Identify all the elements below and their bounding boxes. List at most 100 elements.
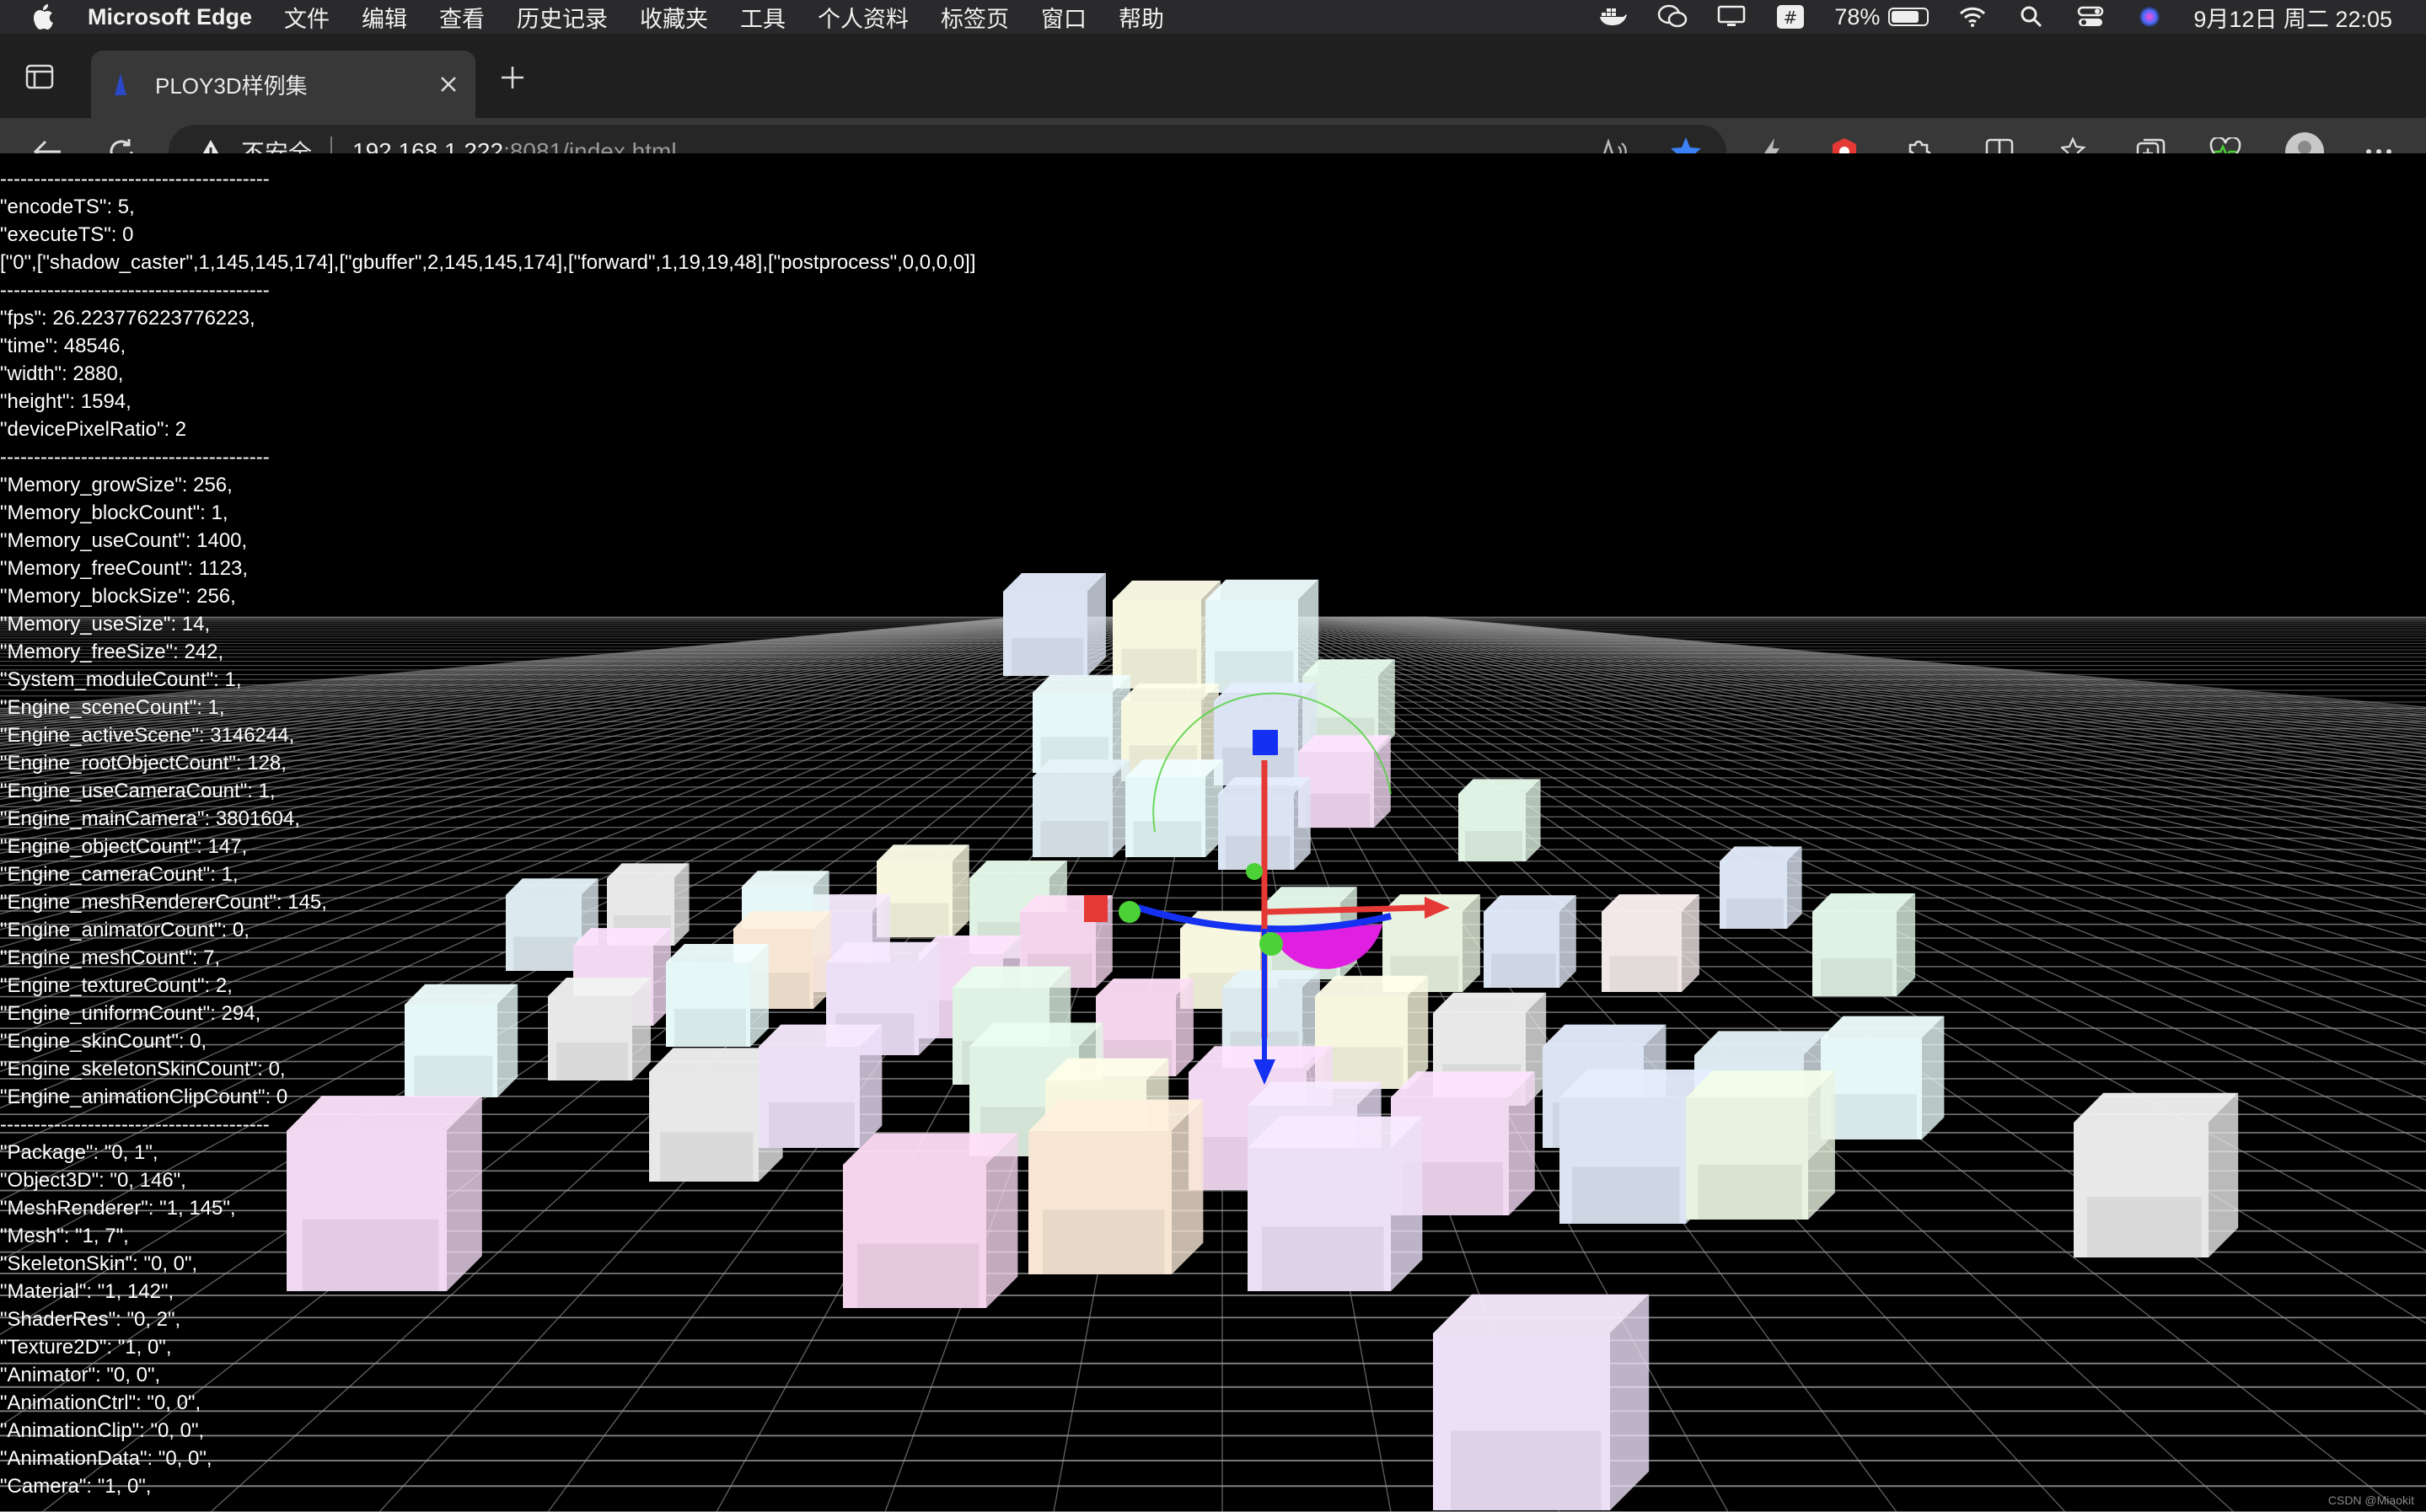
stats-line: "Engine_rootObjectCount": 128, [0,752,287,775]
close-tab-icon[interactable] [438,74,459,94]
menu-edit[interactable]: 编辑 [362,1,407,34]
stats-line: "width": 2880, [0,362,124,385]
input-method-icon[interactable]: # [1775,4,1806,29]
stats-line: "SkeletonSkin": "0, 0", [0,1252,198,1275]
clock[interactable]: 9月12日 周二 22:05 [2193,1,2392,34]
display-icon[interactable] [1716,4,1747,29]
cube-shade [1698,1164,1802,1220]
stats-line: "Engine_sceneCount": 1, [0,696,225,719]
cube-shade [1821,958,1892,996]
menu-help[interactable]: 帮助 [1119,1,1164,34]
wechat-icon[interactable] [1657,4,1688,29]
cube-shade [1133,821,1202,857]
spotlight-search-icon[interactable] [2016,4,2047,29]
cube-shade [1040,821,1109,857]
tab-title: PLOY3D样例集 [155,72,308,99]
stats-line: "Package": "0, 1", [0,1141,158,1164]
stats-line: "Memory_blockCount": 1, [0,501,228,524]
cube-shade [1043,1209,1165,1274]
stats-line: "Animator": "0, 0", [0,1364,161,1386]
stats-line: "Engine_skinCount": 0, [0,1030,207,1053]
stats-line: "devicePixelRatio": 2 [0,418,187,441]
tab-active[interactable]: PLOY3D样例集 [91,51,475,118]
docker-icon[interactable] [1598,4,1629,29]
stats-line: "Engine_mainCamera": 3801604, [0,807,300,830]
stats-line: "Engine_meshRendererCount": 145, [0,891,327,914]
cube [1458,779,1541,861]
stats-line: "AnimationClip": "0, 0", [0,1419,205,1442]
stats-line: "height": 1594, [0,390,131,413]
stats-line: "Memory_useSize": 14, [0,613,211,635]
cube-shade [1306,793,1371,828]
stats-line: "Memory_freeSize": 242, [0,641,224,663]
tab-actions-menu-icon[interactable] [25,64,54,89]
apple-icon[interactable] [29,2,59,32]
stats-line: "System_moduleCount": 1, [0,668,242,691]
stats-line: "Engine_useCameraCount": 1, [0,780,276,802]
tab-bar: PLOY3D样例集 [0,34,2426,118]
new-tab-icon[interactable] [499,64,526,91]
battery-status[interactable]: 78% [1834,3,1930,30]
cube-shade [1491,953,1556,988]
stats-line: "time": 48546, [0,335,126,357]
stats-line: "Mesh": "1, 7", [0,1225,129,1247]
cube-shade [1831,1094,1917,1139]
status-tray: # 78% 9月12日 周二 22:05 [1598,0,2392,34]
cube [1205,579,1319,693]
menu-favorites[interactable]: 收藏夹 [640,1,708,34]
cube-shade [1121,648,1197,689]
web-content-viewport[interactable]: ----------------------------------------… [0,153,2426,1512]
menu-window[interactable]: 窗口 [1041,1,1087,34]
menu-tabs[interactable]: 标签页 [941,1,1009,34]
cube-shade [1726,898,1784,929]
stats-separator: ---------------------------------------- [0,1113,270,1136]
cube [2074,1092,2239,1257]
stats-line: "Engine_objectCount": 147, [0,835,248,858]
cube-shade [1609,956,1678,992]
gizmo-center [1259,932,1283,956]
cube [1484,895,1576,988]
siri-icon[interactable] [2134,4,2165,29]
browser-chrome: PLOY3D样例集 不安全 192.168. [0,34,2426,187]
stats-line: "Engine_activeScene": 3146244, [0,724,295,747]
battery-level-fill [1892,11,1919,23]
x-axis-handle [1084,895,1108,922]
stats-line: "Engine_textureCount": 2, [0,974,233,997]
cube [1686,1070,1835,1220]
menu-file[interactable]: 文件 [284,1,330,34]
cube [1720,846,1802,929]
stats-line: "Memory_freeCount": 1123, [0,557,249,580]
stats-line: "Engine_meshCount": 7, [0,946,221,969]
gizmo-node [1119,901,1141,923]
battery-icon [1888,8,1930,26]
cube-shade [1012,638,1083,676]
cube-shade [1451,1430,1602,1510]
stats-line: "Object3D": "0, 146", [0,1169,186,1192]
stats-line: "MeshRenderer": "1, 145", [0,1197,236,1220]
menu-tools[interactable]: 工具 [740,1,786,34]
stats-line: "executeTS": 0 [0,223,134,246]
menu-history[interactable]: 历史记录 [517,1,608,34]
cube [1298,735,1391,828]
stats-separator: ---------------------------------------- [0,446,270,469]
app-name-menu[interactable]: Microsoft Edge [88,4,252,30]
svg-text:#: # [1784,8,1798,28]
gizmo-node [1246,863,1263,880]
stats-line: "Engine_animatorCount": 0, [0,919,250,941]
stats-line: "Engine_uniformCount": 294, [0,1002,261,1025]
cube [1125,759,1223,857]
stats-line: "fps": 26.223776223776223, [0,307,255,330]
menu-profile[interactable]: 个人资料 [818,1,909,34]
control-center-icon[interactable] [2075,4,2106,29]
stats-line: "ShaderRes": "0, 2", [0,1308,181,1331]
menu-view[interactable]: 查看 [439,1,485,34]
wifi-icon[interactable] [1957,4,1988,29]
stats-separator: ---------------------------------------- [0,168,270,190]
battery-percent: 78% [1834,3,1881,29]
cube [1003,573,1106,676]
cube [1033,759,1130,857]
screen: Microsoft Edge 文件 编辑 查看 历史记录 收藏夹 工具 个人资料… [0,0,2426,1512]
cube-shade [2087,1197,2202,1257]
cube-shade [1262,1226,1384,1291]
cube-shade [1465,831,1522,861]
